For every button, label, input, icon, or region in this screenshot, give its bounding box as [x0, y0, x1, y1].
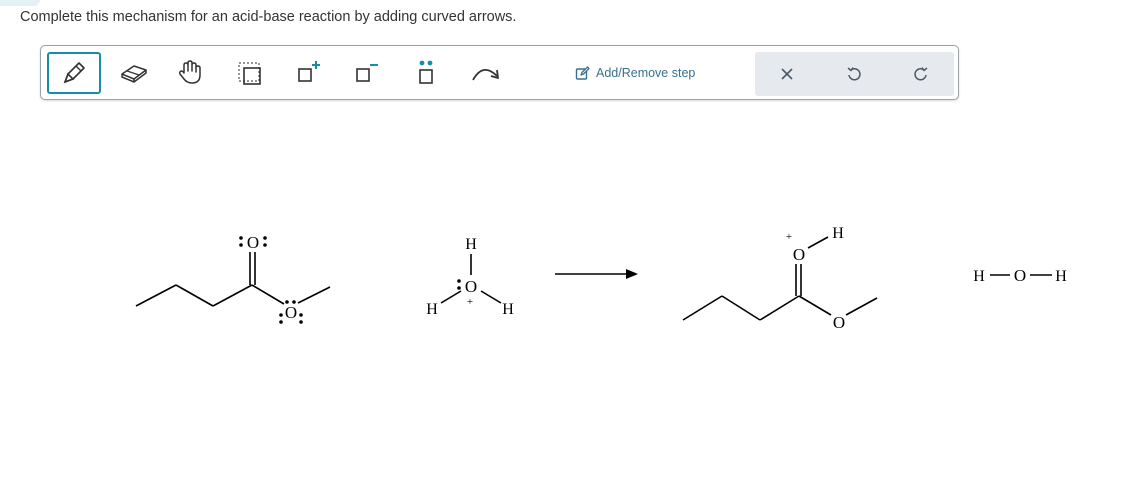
pencil-tool-button[interactable] — [47, 52, 101, 94]
pencil-icon — [63, 62, 85, 84]
curved-arrow-icon — [472, 69, 499, 81]
water-molecule: H O H — [973, 266, 1067, 285]
hydronium-h-top[interactable]: H — [465, 236, 477, 253]
add-charge-negative-icon — [356, 64, 378, 82]
product-charge: + — [786, 231, 792, 243]
reaction-arrow — [555, 269, 638, 279]
water-h-right[interactable]: H — [1055, 268, 1067, 285]
curved-arrow-tool-button[interactable] — [459, 52, 513, 94]
add-remove-step-button[interactable]: Add/Remove step — [575, 58, 695, 88]
add-charge-positive-icon — [298, 61, 320, 82]
undo-icon — [847, 67, 861, 81]
edit-icon — [575, 65, 590, 80]
hydronium-h-right[interactable]: H — [502, 301, 514, 318]
select-box-icon — [238, 62, 261, 85]
hand-icon — [178, 60, 201, 84]
eraser-tool-button[interactable] — [107, 52, 161, 94]
negative-charge-tool-button[interactable] — [339, 52, 393, 94]
lone-pair-tool-button[interactable] — [399, 52, 453, 94]
corner-tab — [0, 0, 40, 6]
history-controls — [755, 52, 954, 96]
water-h-left[interactable]: H — [973, 268, 985, 285]
redo-button[interactable] — [891, 52, 951, 96]
question-prompt: Complete this mechanism for an acid-base… — [20, 9, 517, 25]
hydronium-charge: + — [467, 296, 473, 308]
close-icon — [781, 68, 793, 80]
ether-oxygen-label[interactable]: O — [285, 303, 297, 322]
drawing-toolbar: Add/Remove step — [40, 45, 959, 100]
hydronium-h-left[interactable]: H — [426, 301, 438, 318]
water-oxygen[interactable]: O — [1014, 266, 1026, 285]
reactant-ester: O O — [135, 233, 331, 324]
clear-button[interactable] — [757, 52, 817, 96]
product-ether-oxygen[interactable]: O — [833, 313, 845, 332]
product-carbonyl-oxygen[interactable]: O — [793, 245, 805, 264]
product-hydrogen[interactable]: H — [832, 225, 844, 242]
carbonyl-oxygen-label[interactable]: O — [247, 233, 259, 252]
add-remove-step-label: Add/Remove step — [596, 66, 696, 80]
redo-icon — [914, 67, 928, 81]
undo-button[interactable] — [824, 52, 884, 96]
eraser-icon — [121, 65, 147, 83]
hydronium-oxygen[interactable]: O — [465, 277, 477, 296]
product-protonated-ester: + O H O — [682, 225, 878, 332]
lone-pair-icon — [419, 60, 433, 84]
mechanism-drawing: O O H O + H H + O H O H O H — [135, 225, 1067, 332]
positive-charge-tool-button[interactable] — [281, 52, 335, 94]
hydronium-ion: H O + H H — [426, 236, 514, 318]
hand-tool-button[interactable] — [163, 52, 217, 94]
select-tool-button[interactable] — [223, 52, 277, 94]
drawing-canvas[interactable]: O O H O + H H + O H O H O H — [0, 110, 1135, 490]
